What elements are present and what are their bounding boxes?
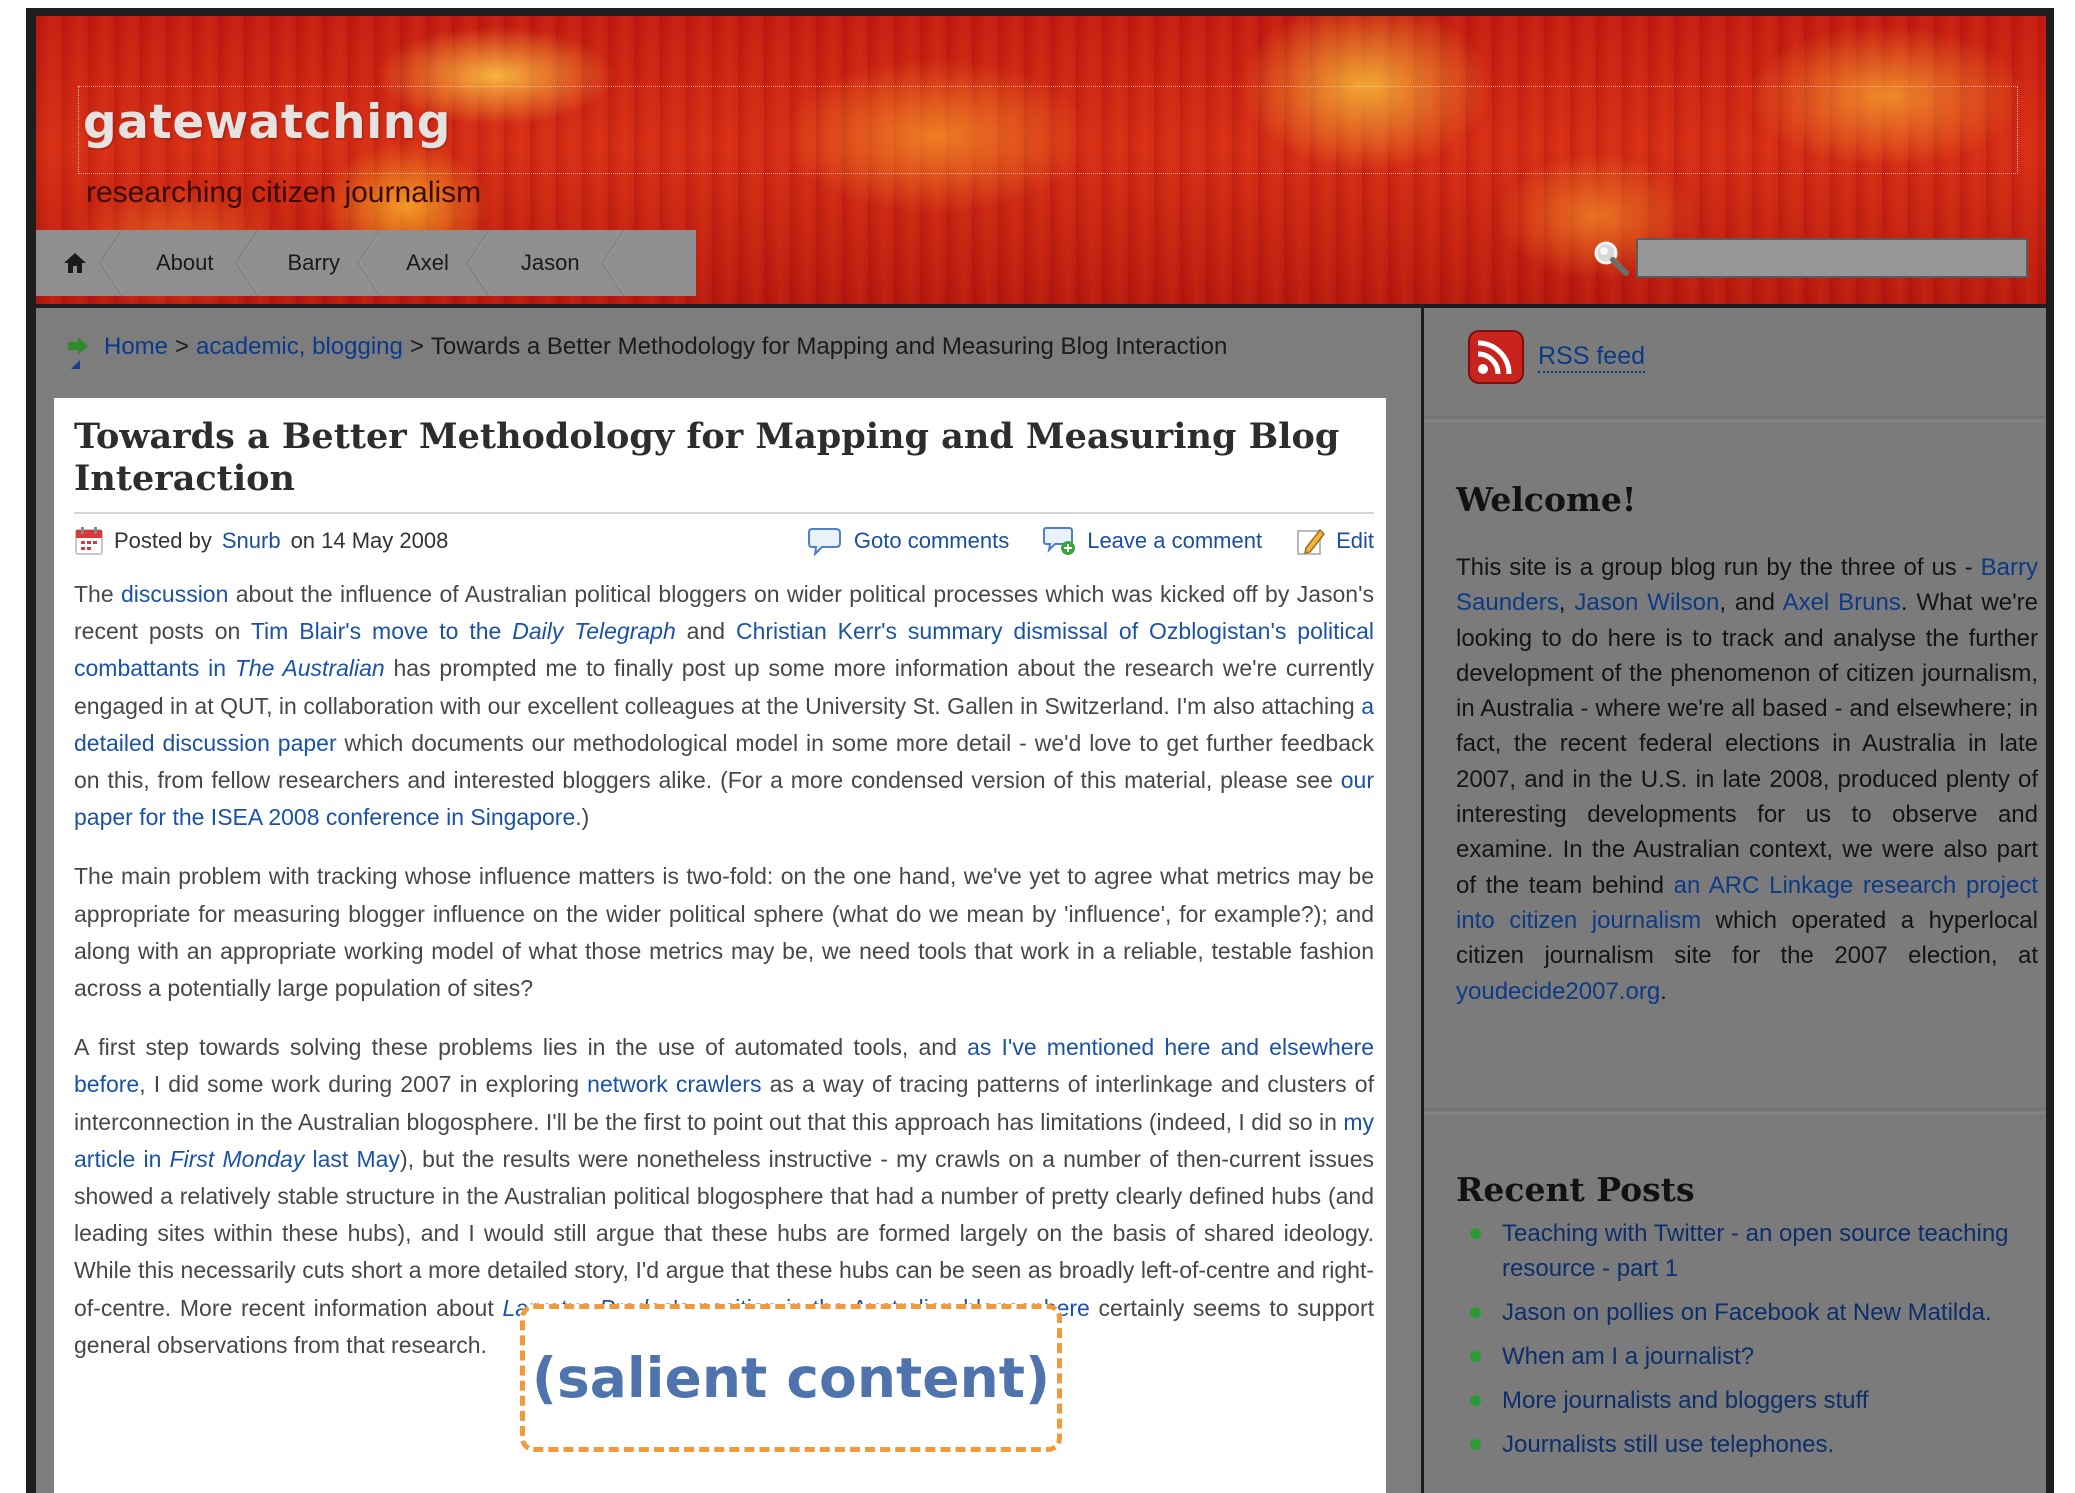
add-comment-icon <box>1043 527 1076 555</box>
bullet-icon <box>1470 1351 1481 1362</box>
recent-post-link[interactable]: Teaching with Twitter - an open source t… <box>1502 1220 2009 1282</box>
main-content: Home > academic, blogging > Towards a Be… <box>36 308 1421 1493</box>
post-body: The discussion about the influence of Au… <box>74 576 1374 1386</box>
magnifier-icon[interactable] <box>1591 238 1631 278</box>
breadcrumb: Home > academic, blogging > Towards a Be… <box>66 330 1228 369</box>
browser-page: gatewatching researching citizen journal… <box>26 8 2054 1493</box>
rss-feed-label[interactable]: RSS feed <box>1538 342 1646 373</box>
breadcrumb-category-blogging[interactable]: blogging <box>312 333 403 361</box>
network-crawlers-link[interactable]: network crawlers <box>587 1071 761 1097</box>
leave-comment-button[interactable]: Leave a comment <box>1043 526 1262 556</box>
article-card: Towards a Better Methodology for Mapping… <box>54 398 1386 1493</box>
leave-comment-link[interactable]: Leave a comment <box>1087 528 1262 554</box>
recent-post-link[interactable]: More journalists and bloggers stuff <box>1502 1387 1868 1414</box>
paragraph: The main problem with tracking whose inf… <box>74 863 1374 1002</box>
breadcrumb-current: Towards a Better Methodology for Mapping… <box>430 333 1228 360</box>
sidebar-divider <box>1424 416 2046 422</box>
sidebar-divider <box>1424 1108 2046 1114</box>
breadcrumb-home-link[interactable]: Home <box>104 333 168 361</box>
nav-item-barry[interactable]: Barry <box>254 230 380 296</box>
axel-bruns-link[interactable]: Axel Bruns <box>1783 589 1901 616</box>
welcome-heading: Welcome! <box>1456 480 1637 519</box>
pencil-edit-icon <box>1297 528 1326 555</box>
bullet-icon <box>1470 1228 1481 1239</box>
nav-home-button[interactable] <box>36 230 122 296</box>
recent-posts-list: Teaching with Twitter - an open source t… <box>1464 1216 2024 1471</box>
site-tagline: researching citizen journalism <box>86 176 482 209</box>
sidebar: RSS feed Welcome! This site is a group b… <box>1424 308 2046 1493</box>
recent-post-link[interactable]: Jason on pollies on Facebook at New Mati… <box>1502 1299 1992 1326</box>
recent-posts-heading: Recent Posts <box>1456 1170 1695 1209</box>
speech-bubble-icon <box>807 528 841 556</box>
home-icon <box>64 253 86 273</box>
list-item: Jason on pollies on Facebook at New Mati… <box>1464 1295 2024 1330</box>
site-header: gatewatching researching citizen journal… <box>36 16 2046 304</box>
recent-post-link[interactable]: When am I a journalist? <box>1502 1343 1754 1370</box>
post-title[interactable]: Towards a Better Methodology for Mapping… <box>74 416 1374 500</box>
salient-content-label: (salient content) <box>531 1346 1051 1410</box>
nav-item-axel[interactable]: Axel <box>376 230 489 296</box>
breadcrumb-separator: > <box>409 333 424 360</box>
list-item: Journalists still use telephones. <box>1464 1427 2024 1462</box>
jason-wilson-link[interactable]: Jason Wilson <box>1574 589 1719 616</box>
list-item: More journalists and bloggers stuff <box>1464 1383 2024 1418</box>
tim-blair-link[interactable]: Tim Blair's move to the Daily Telegraph <box>251 618 676 644</box>
title-divider <box>74 512 1374 514</box>
nav-item-jason[interactable]: Jason <box>485 230 624 296</box>
goto-comments-button[interactable]: Goto comments <box>807 526 1009 556</box>
edit-link[interactable]: Edit <box>1336 528 1374 554</box>
calendar-icon <box>75 527 103 555</box>
paragraph: The discussion about the influence of Au… <box>74 581 1375 831</box>
nav-item-about[interactable]: About <box>118 230 257 296</box>
breadcrumb-separator: > <box>175 333 190 360</box>
welcome-text: This site is a group blog run by the thr… <box>1456 554 2038 1005</box>
rss-feed-link[interactable]: RSS feed <box>1468 330 1646 384</box>
post-date: on 14 May 2008 <box>290 528 449 553</box>
green-arrow-icon <box>68 337 88 369</box>
edit-button[interactable]: Edit <box>1296 526 1374 556</box>
bullet-icon <box>1470 1395 1481 1406</box>
posted-by-label: Posted by <box>114 528 212 553</box>
site-title-box: gatewatching <box>78 86 2018 174</box>
discussion-link[interactable]: discussion <box>121 581 228 607</box>
main-nav: About Barry Axel Jason <box>36 230 696 296</box>
goto-comments-link[interactable]: Goto comments <box>854 528 1009 554</box>
recent-post-link[interactable]: Journalists still use telephones. <box>1502 1431 1834 1458</box>
youdecide-link[interactable]: youdecide2007.org <box>1456 978 1660 1005</box>
breadcrumb-category-academic[interactable]: academic, <box>196 333 305 361</box>
bullet-icon <box>1470 1439 1481 1450</box>
post-meta: Posted by Snurb on 14 May 2008 Goto comm… <box>74 526 1374 562</box>
rss-icon <box>1468 330 1524 384</box>
list-item: When am I a journalist? <box>1464 1339 2024 1374</box>
salient-content-overlay: (salient content) <box>520 1304 1062 1452</box>
list-item: Teaching with Twitter - an open source t… <box>1464 1216 2024 1286</box>
search-input[interactable] <box>1636 238 2028 278</box>
author-link[interactable]: Snurb <box>222 528 281 554</box>
site-title[interactable]: gatewatching <box>83 95 451 150</box>
bullet-icon <box>1470 1307 1481 1318</box>
